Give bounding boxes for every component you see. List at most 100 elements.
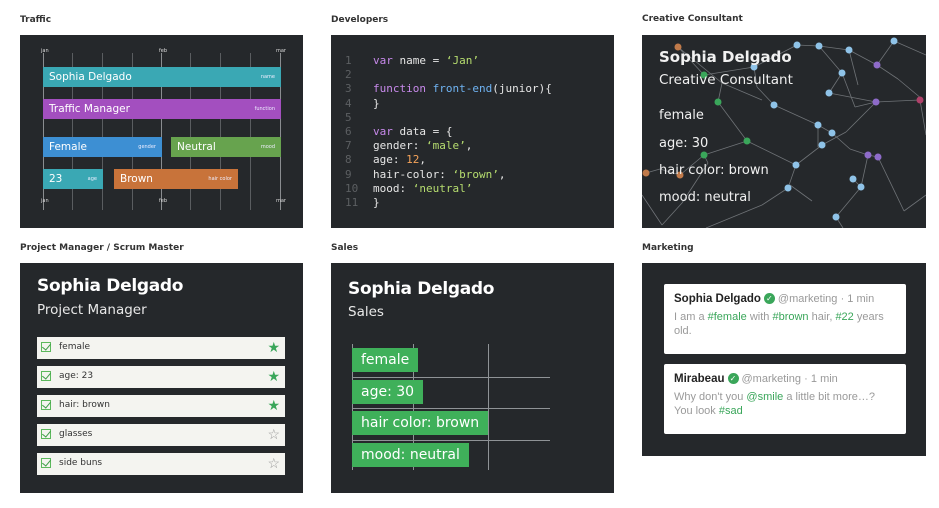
creative-role: Creative Consultant xyxy=(659,72,793,88)
post-time: · 1 min xyxy=(840,293,875,305)
checklist-item[interactable]: female ★ xyxy=(37,337,285,359)
sales-grid-vline xyxy=(488,344,489,470)
line-number: 9 xyxy=(345,167,352,181)
sales-tag[interactable]: mood: neutral xyxy=(352,443,469,467)
social-post[interactable]: Sophia Delgado ✓ @marketing · 1 min I am a… xyxy=(664,284,906,354)
hashtag-link[interactable]: #22 xyxy=(835,311,853,323)
sales-tag[interactable]: hair color: brown xyxy=(352,411,489,435)
bar-label: Sophia Delgado xyxy=(49,71,132,83)
sales-role: Sales xyxy=(348,304,384,320)
network-node xyxy=(792,161,800,169)
post-author[interactable]: Mirabeau xyxy=(674,373,725,385)
code-text: age: xyxy=(373,153,407,167)
post-text: hair, xyxy=(808,311,836,323)
bar-tag: hair color xyxy=(208,176,232,182)
star-filled-icon[interactable]: ★ xyxy=(267,397,280,413)
checklist-label: hair: brown xyxy=(59,400,110,410)
checkbox-checked-icon[interactable] xyxy=(41,458,51,468)
bar-label: Traffic Manager xyxy=(49,103,130,115)
network-node xyxy=(825,89,833,97)
network-node xyxy=(849,175,857,183)
network-node xyxy=(873,61,881,69)
sales-tag[interactable]: female xyxy=(352,348,419,372)
sales-grid-hline xyxy=(352,440,550,441)
post-text: Why don't you xyxy=(674,391,747,403)
panel-title-pm: Project Manager / Scrum Master xyxy=(20,243,184,253)
creative-card[interactable]: Sophia Delgado Creative Consultant femal… xyxy=(642,35,926,228)
code-string: ‘Jan’ xyxy=(445,54,479,67)
line-number: 7 xyxy=(345,139,352,153)
project-manager-card[interactable]: Sophia Delgado Project Manager female ★ … xyxy=(20,263,303,493)
checkbox-checked-icon[interactable] xyxy=(41,371,51,381)
timeline-bar-hair-color[interactable]: Brown hair color xyxy=(114,169,238,189)
hashtag-link[interactable]: #sad xyxy=(719,405,743,417)
checklist-item[interactable]: age: 23 ★ xyxy=(37,366,285,388)
checkbox-checked-icon[interactable] xyxy=(41,342,51,352)
sales-card[interactable]: Sophia Delgado Sales female age: 30 hair… xyxy=(331,263,614,493)
code-text: mood: xyxy=(373,181,413,195)
network-node xyxy=(832,213,840,221)
panel-title-sales: Sales xyxy=(331,243,359,253)
network-node xyxy=(916,96,924,104)
checklist-item[interactable]: glasses ☆ xyxy=(37,424,285,446)
timeline-bar-name[interactable]: Sophia Delgado name xyxy=(43,67,281,87)
star-filled-icon[interactable]: ★ xyxy=(267,339,280,355)
code-line: 6 var data = { xyxy=(345,125,552,139)
sales-tag[interactable]: age: 30 xyxy=(352,380,424,404)
code-keyword: var xyxy=(373,125,393,139)
code-line: 8 age: 12, xyxy=(345,153,552,167)
network-node xyxy=(857,183,865,191)
checkbox-checked-icon[interactable] xyxy=(41,400,51,410)
star-filled-icon[interactable]: ★ xyxy=(267,368,280,384)
checklist-item[interactable]: side buns ☆ xyxy=(37,453,285,475)
traffic-card[interactable]: jan feb mar Sophia Delgado name Traffic … xyxy=(20,35,303,228)
marketing-card[interactable]: Sophia Delgado ✓ @marketing · 1 min I am a… xyxy=(642,263,926,456)
post-text: with xyxy=(746,311,773,323)
checkbox-checked-icon[interactable] xyxy=(41,429,51,439)
timeline-bar-gender[interactable]: Female gender xyxy=(43,137,162,157)
developers-card[interactable]: 1 var name = ‘Jan’ 2 3 function front-end(ju… xyxy=(331,35,614,228)
line-number: 1 xyxy=(345,54,352,67)
timeline-bar-age[interactable]: 23 age xyxy=(43,169,103,189)
post-header: Mirabeau ✓ @marketing · 1 min xyxy=(674,373,896,385)
timeline-bar-mood[interactable]: Neutral mood xyxy=(171,137,281,157)
creative-mood: mood: neutral xyxy=(659,190,751,205)
network-node xyxy=(838,69,846,77)
network-node xyxy=(890,37,898,45)
post-handle[interactable]: @marketing xyxy=(778,293,837,305)
code-text: , xyxy=(419,153,426,167)
network-node xyxy=(743,137,751,145)
code-line: 11} xyxy=(345,196,552,210)
code-text: , xyxy=(465,139,473,153)
star-outline-icon[interactable]: ☆ xyxy=(267,426,280,442)
month-label-bottom: jan xyxy=(41,198,49,204)
code-line: 1 var name = ‘Jan’ xyxy=(345,54,552,68)
line-number: 8 xyxy=(345,153,352,167)
hashtag-link[interactable]: #brown xyxy=(772,311,808,323)
line-number: 2 xyxy=(345,68,352,82)
timeline-bar-function[interactable]: Traffic Manager function xyxy=(43,99,281,119)
code-string: ‘male’ xyxy=(425,139,466,153)
star-outline-icon[interactable]: ☆ xyxy=(267,455,280,471)
bar-tag: gender xyxy=(138,144,156,150)
post-handle[interactable]: @marketing xyxy=(742,373,801,385)
code-keyword: var xyxy=(373,54,393,67)
code-text: data = { xyxy=(392,125,453,139)
network-node xyxy=(793,41,801,49)
network-node xyxy=(828,129,836,137)
month-label-bottom: mar xyxy=(276,198,286,204)
bar-tag: age xyxy=(87,176,97,182)
mention-link[interactable]: @smile xyxy=(746,391,783,403)
social-post[interactable]: Mirabeau ✓ @marketing · 1 min Why don't yo… xyxy=(664,364,906,434)
code-function: front-end xyxy=(425,82,493,96)
network-node xyxy=(874,153,882,161)
line-number: 3 xyxy=(345,82,352,96)
network-node xyxy=(714,98,722,106)
checklist-item[interactable]: hair: brown ★ xyxy=(37,395,285,417)
line-number: 6 xyxy=(345,125,352,139)
checklist-label: age: 23 xyxy=(59,371,94,381)
code-text: , xyxy=(498,167,506,181)
hashtag-link[interactable]: #female xyxy=(708,311,747,323)
code-text: } xyxy=(373,96,380,110)
post-author[interactable]: Sophia Delgado xyxy=(674,293,761,305)
